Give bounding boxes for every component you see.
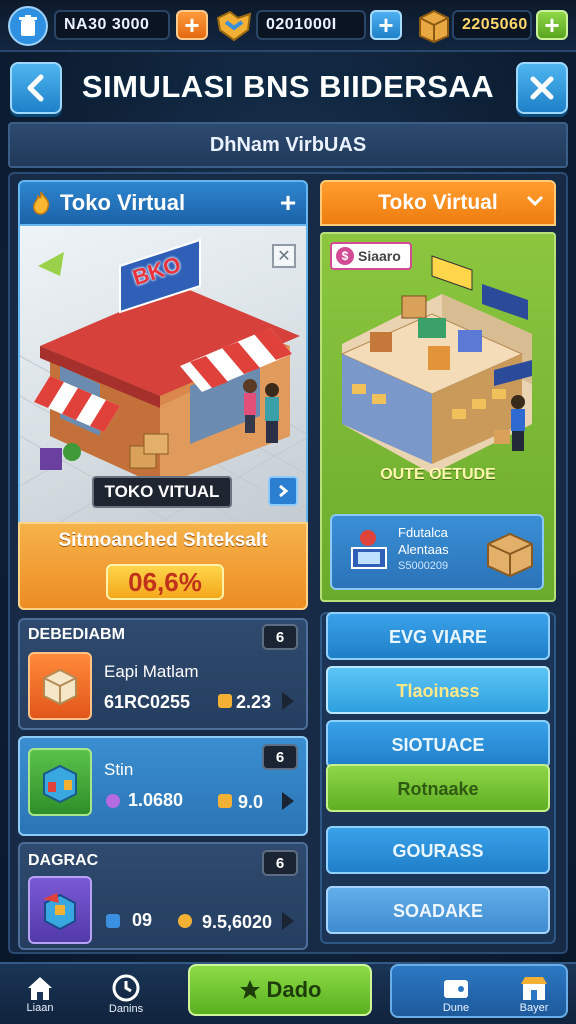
action-button-1[interactable]: EVG VIARE [326, 612, 550, 660]
add-resource-3-button[interactable]: + [536, 10, 568, 40]
add-icon[interactable]: + [270, 187, 306, 219]
nav-time[interactable]: Danins [90, 966, 162, 1022]
play-icon[interactable] [282, 692, 294, 710]
right-card-title: Toko Virtual [378, 191, 498, 214]
primary-cta-button[interactable]: Dado [188, 964, 372, 1016]
box-icon [412, 4, 456, 48]
action-button-4[interactable]: Rotnaake [326, 764, 550, 812]
info-card-text: Fdutalca Alentaas S5000209 [398, 524, 478, 575]
resource-value-2: 0201000I [256, 10, 366, 40]
list-item-name: Stin [104, 760, 134, 779]
back-button[interactable] [10, 62, 62, 114]
chevron-right-icon[interactable] [268, 476, 298, 506]
list-item-price: 9.5,6020 [202, 912, 273, 932]
action-button-5[interactable]: GOURASS [326, 826, 550, 874]
percent-badge: 06,6% [106, 564, 224, 600]
package-icon [28, 652, 92, 720]
box-icon [487, 532, 533, 578]
list-item-price: 9.0 [238, 792, 264, 812]
mail-icon [106, 914, 120, 928]
shop-label: TOKO VITUAL [92, 476, 232, 508]
wallet-icon [444, 980, 468, 998]
trash-can-icon [8, 6, 48, 46]
close-button[interactable] [516, 62, 568, 114]
resource-value-1: NA30 3000 [54, 10, 170, 40]
nav-wallet-label: Dune [442, 1002, 470, 1014]
store-tag-icon: $ [336, 247, 354, 265]
store-tag-label: Siaaro [358, 248, 401, 264]
handshake-icon [212, 4, 256, 48]
chevron-down-icon [526, 195, 544, 207]
store-tag[interactable]: $ Siaaro [330, 242, 412, 270]
close-icon [530, 76, 554, 100]
clock-icon [112, 974, 140, 1002]
star-icon [239, 980, 260, 999]
list-item-value: 1.0680 [128, 790, 184, 810]
coin-icon [218, 694, 232, 708]
primary-cta-label: Dado [266, 977, 322, 1002]
left-card-footer-text: Sitmoanched Shteksalt [58, 530, 268, 551]
close-icon[interactable]: ✕ [272, 244, 296, 268]
gem-icon [106, 794, 120, 808]
info-line-3: S5000209 [398, 560, 449, 572]
nav-wallet[interactable]: Dune [420, 966, 492, 1022]
nav-home[interactable]: Liaan [4, 966, 76, 1022]
action-button-3[interactable]: SIOTUACE [326, 720, 550, 768]
home-icon [28, 977, 52, 1000]
market-stall-icon [28, 748, 92, 816]
list-item-title: DEBEDIABM [28, 626, 125, 643]
nav-shop[interactable]: Bayer [498, 966, 570, 1022]
count-badge: 6 [262, 744, 298, 770]
right-card-dropdown[interactable]: Toko Virtual [320, 180, 556, 226]
list-item-price: 2.23 [236, 692, 272, 712]
shop-icon [521, 977, 547, 1000]
left-card-title: Toko Virtual [60, 190, 186, 215]
info-line-2: Alentaas [398, 542, 449, 557]
count-badge: 6 [262, 624, 298, 650]
chevron-left-icon [27, 74, 44, 102]
add-resource-2-button[interactable]: + [370, 10, 402, 40]
nav-home-label: Liaan [26, 1002, 54, 1014]
play-icon[interactable] [282, 912, 294, 930]
flame-icon [33, 191, 50, 215]
right-card-caption: OUTE OETUDE [380, 466, 496, 483]
add-resource-1-button[interactable]: + [176, 10, 208, 40]
coin-icon [178, 914, 192, 928]
gift-box-icon [28, 876, 92, 944]
list-item-value: 09 [132, 910, 153, 930]
list-item-value: 61RC0255 [104, 692, 191, 712]
action-button-2[interactable]: Tlaoinass [326, 666, 550, 714]
list-item-title: DAGRAC [28, 852, 99, 869]
coin-icon [218, 794, 232, 808]
nav-time-label: Danins [108, 1003, 144, 1015]
subtitle-bar: DhNam VirbUAS [8, 122, 568, 168]
resource-value-3: 2205060 [452, 10, 532, 40]
left-card-header[interactable]: Toko Virtual + [18, 180, 308, 226]
cashier-icon [351, 530, 387, 569]
count-badge: 6 [262, 850, 298, 876]
info-line-1: Fdutalca [398, 525, 448, 540]
list-item-name: Eapi Matlam [104, 662, 199, 681]
page-title: SIMULASI BNS BIIDERSAA [81, 69, 495, 104]
play-icon[interactable] [282, 792, 294, 810]
nav-shop-label: Bayer [519, 1002, 549, 1014]
action-button-6[interactable]: SOADAKE [326, 886, 550, 934]
